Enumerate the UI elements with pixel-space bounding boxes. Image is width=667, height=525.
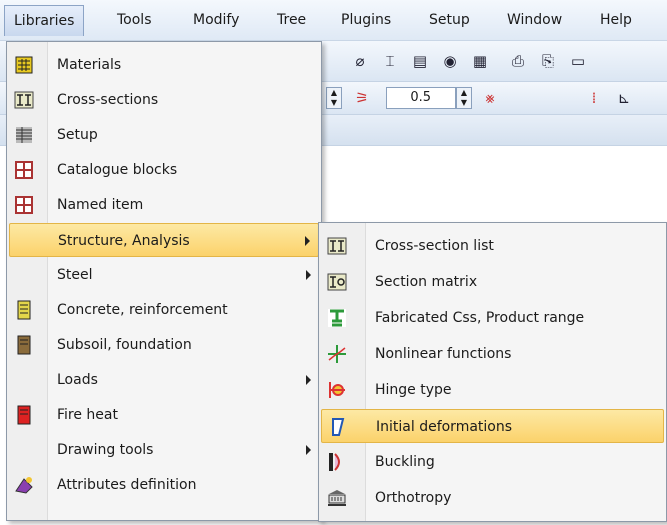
toolbar-tool-icon[interactable]: ▤ bbox=[410, 51, 430, 71]
concrete-icon bbox=[17, 300, 31, 320]
menu-item-label: Named item bbox=[57, 197, 144, 213]
toolbar-tool-icon[interactable]: ▭ bbox=[568, 51, 588, 71]
toolbar-tool-icon[interactable]: ▦ bbox=[470, 51, 490, 71]
menu-item-loads[interactable]: Loads bbox=[9, 363, 319, 397]
menu-item-label: Section matrix bbox=[375, 274, 478, 290]
menu-item-label: Initial deformations bbox=[376, 419, 513, 435]
section-matrix-icon bbox=[327, 273, 347, 291]
setup-icon bbox=[16, 127, 32, 143]
menu-item-label: Attributes definition bbox=[57, 477, 197, 493]
menu-item-label: Setup bbox=[57, 127, 98, 143]
menu-item-cross-section-list[interactable]: Cross-section list bbox=[321, 229, 664, 263]
menu-item-label: Catalogue blocks bbox=[57, 162, 178, 178]
menu-item-attributes-definition[interactable]: Attributes definition bbox=[9, 468, 319, 502]
toolbar-tool-icon[interactable]: ⌶ bbox=[380, 51, 400, 71]
menu-item-fabricated-css[interactable]: Fabricated Css, Product range bbox=[321, 301, 664, 335]
menu-item-label: Buckling bbox=[375, 454, 435, 470]
buckling-icon bbox=[329, 453, 340, 471]
menu-item-label: Concrete, reinforcement bbox=[57, 302, 228, 318]
structure-analysis-submenu: Cross-section list Section matrix Fabric… bbox=[318, 222, 667, 522]
menu-item-label: Fire heat bbox=[57, 407, 118, 423]
spin-arrows[interactable]: ▲ ▼ bbox=[326, 87, 342, 109]
spin-arrows[interactable]: ▲ ▼ bbox=[456, 87, 472, 109]
menu-item-initial-deformations[interactable]: Initial deformations bbox=[321, 409, 664, 443]
menu-modify[interactable]: Modify bbox=[184, 6, 248, 34]
menu-item-structure-analysis[interactable]: Structure, Analysis bbox=[9, 223, 319, 257]
menu-item-buckling[interactable]: Buckling bbox=[321, 445, 664, 479]
menu-item-label: Steel bbox=[57, 267, 93, 283]
menu-item-label: Orthotropy bbox=[375, 490, 452, 506]
subsoil-icon bbox=[17, 335, 31, 355]
submenu-arrow-icon bbox=[306, 375, 311, 385]
menu-item-hinge-type[interactable]: Hinge type bbox=[321, 373, 664, 407]
print-preview-icon[interactable]: ⎘ bbox=[538, 51, 558, 71]
toolbar-tool-icon[interactable]: ⚞ bbox=[352, 88, 372, 108]
menu-plugins[interactable]: Plugins bbox=[332, 6, 400, 34]
menu-help[interactable]: Help bbox=[591, 6, 641, 34]
menu-setup[interactable]: Setup bbox=[420, 6, 479, 34]
menu-item-subsoil-foundation[interactable]: Subsoil, foundation bbox=[9, 328, 319, 362]
print-icon[interactable]: ⎙ bbox=[508, 51, 528, 71]
materials-icon bbox=[15, 56, 33, 74]
initial-deformations-icon bbox=[332, 418, 345, 436]
menu-tree[interactable]: Tree bbox=[268, 6, 315, 34]
menu-item-nonlinear-functions[interactable]: Nonlinear functions bbox=[321, 337, 664, 371]
menu-item-catalogue-blocks[interactable]: Catalogue blocks bbox=[9, 153, 319, 187]
menu-item-section-matrix[interactable]: Section matrix bbox=[321, 265, 664, 299]
menu-item-fire-heat[interactable]: Fire heat bbox=[9, 398, 319, 432]
attributes-icon bbox=[15, 477, 33, 494]
submenu-arrow-icon bbox=[306, 270, 311, 280]
menu-libraries[interactable]: Libraries bbox=[4, 5, 85, 36]
menu-item-label: Fabricated Css, Product range bbox=[375, 310, 585, 326]
menu-item-steel[interactable]: Steel bbox=[9, 258, 319, 292]
fabricated-css-icon bbox=[328, 309, 346, 327]
menu-item-label: Materials bbox=[57, 57, 122, 73]
cross-section-list-icon bbox=[327, 237, 347, 255]
named-item-icon bbox=[15, 196, 33, 214]
menu-item-label: Loads bbox=[57, 372, 98, 388]
toolbar-tool-icon[interactable]: ⊾ bbox=[614, 88, 634, 108]
menu-item-label: Hinge type bbox=[375, 382, 452, 398]
menu-item-label: Drawing tools bbox=[57, 442, 154, 458]
menu-item-label: Subsoil, foundation bbox=[57, 337, 192, 353]
hinge-type-icon bbox=[329, 382, 345, 398]
cross-sections-icon bbox=[14, 91, 34, 109]
menu-item-setup[interactable]: Setup bbox=[9, 118, 319, 152]
toolbar-tool-icon[interactable]: ⁞ bbox=[584, 88, 604, 108]
menu-window[interactable]: Window bbox=[498, 6, 571, 34]
menu-item-label: Cross-section list bbox=[375, 238, 494, 254]
menu-item-label: Nonlinear functions bbox=[375, 346, 512, 362]
menu-item-drawing-tools[interactable]: Drawing tools bbox=[9, 433, 319, 467]
menu-item-cross-sections[interactable]: Cross-sections bbox=[9, 83, 319, 117]
toolbar-tool-icon[interactable]: ⨳ bbox=[480, 88, 500, 108]
value-spinbox[interactable]: 0.5 bbox=[386, 87, 456, 109]
menu-item-named-item[interactable]: Named item bbox=[9, 188, 319, 222]
nonlinear-functions-icon bbox=[328, 345, 346, 363]
libraries-menu: Materials Cross-sections Setup Catalogue… bbox=[6, 41, 322, 521]
menu-item-orthotropy[interactable]: Orthotropy bbox=[321, 481, 664, 515]
menu-bar: Libraries Tools Modify Tree Plugins Setu… bbox=[0, 0, 667, 41]
toolbar-tool-icon[interactable]: ◉ bbox=[440, 51, 460, 71]
fire-heat-icon bbox=[17, 405, 31, 425]
menu-item-label: Structure, Analysis bbox=[58, 233, 190, 249]
menu-item-label: Cross-sections bbox=[57, 92, 159, 108]
toolbar-tool-icon[interactable]: ⌀ bbox=[350, 51, 370, 71]
submenu-arrow-icon bbox=[305, 236, 310, 246]
menu-item-materials[interactable]: Materials bbox=[9, 48, 319, 82]
menu-item-concrete-reinforcement[interactable]: Concrete, reinforcement bbox=[9, 293, 319, 327]
submenu-arrow-icon bbox=[306, 445, 311, 455]
catalogue-blocks-icon bbox=[15, 161, 33, 179]
menu-tools[interactable]: Tools bbox=[108, 6, 161, 34]
orthotropy-icon bbox=[328, 490, 346, 506]
